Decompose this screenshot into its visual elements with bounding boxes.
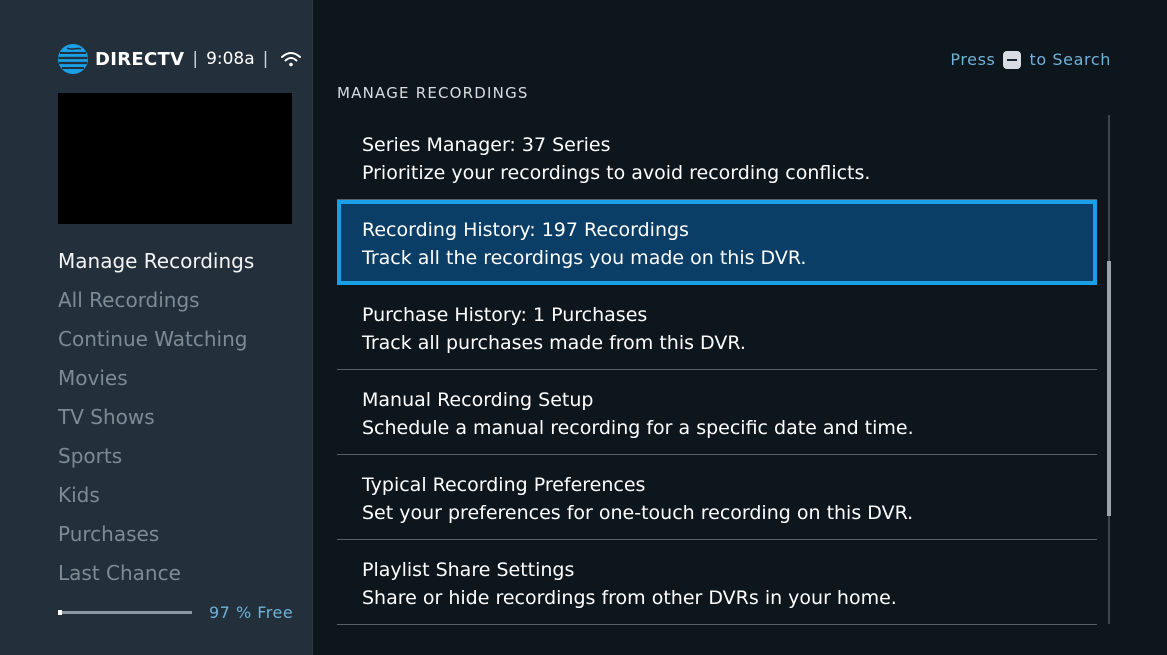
storage-indicator: 97 % Free <box>58 602 298 622</box>
sidebar-item-tv-shows[interactable]: TV Shows <box>58 400 254 439</box>
menu-item-title: Manual Recording Setup <box>362 389 594 411</box>
menu-item-series-manager[interactable]: Series Manager: 37 Series Prioritize you… <box>337 115 1097 200</box>
menu-item-playlist-share-settings[interactable]: Playlist Share Settings Share or hide re… <box>337 540 1097 625</box>
scrollbar-thumb[interactable] <box>1107 261 1111 516</box>
sidebar-item-all-recordings[interactable]: All Recordings <box>58 283 254 322</box>
separator: | <box>262 49 269 69</box>
search-hint: Press to Search <box>950 50 1111 69</box>
sidebar-item-manage-recordings[interactable]: Manage Recordings <box>58 244 254 283</box>
sidebar-item-purchases[interactable]: Purchases <box>58 517 254 556</box>
status-bar: DIRECTV | 9:08a | <box>57 42 302 76</box>
sidebar-item-kids[interactable]: Kids <box>58 478 254 517</box>
menu-item-description: Set your preferences for one-touch recor… <box>362 502 914 524</box>
separator: | <box>192 49 199 69</box>
att-globe-icon <box>58 44 88 74</box>
menu-item-manual-recording-setup[interactable]: Manual Recording Setup Schedule a manual… <box>337 370 1097 455</box>
menu-item-description: Track all the recordings you made on thi… <box>362 247 807 269</box>
search-hint-suffix: to Search <box>1029 50 1111 69</box>
directv-screen: DIRECTV | 9:08a | Manage Recordings All … <box>0 0 1167 655</box>
scrollbar[interactable] <box>1107 115 1111 624</box>
storage-bar <box>58 609 192 615</box>
menu-item-recording-history[interactable]: Recording History: 197 Recordings Track … <box>337 200 1097 285</box>
brand-name: DIRECTV <box>95 48 185 70</box>
sidebar: DIRECTV | 9:08a | Manage Recordings All … <box>0 0 313 655</box>
search-hint-prefix: Press <box>950 50 996 69</box>
sidebar-item-sports[interactable]: Sports <box>58 439 254 478</box>
menu-item-title: Series Manager: 37 Series <box>362 134 611 156</box>
storage-free-text: 97 % Free <box>209 602 294 622</box>
wifi-icon <box>281 52 302 67</box>
menu-item-purchase-history[interactable]: Purchase History: 1 Purchases Track all … <box>337 285 1097 370</box>
recordings-menu: Series Manager: 37 Series Prioritize you… <box>337 115 1097 625</box>
menu-item-title: Purchase History: 1 Purchases <box>362 304 648 326</box>
storage-bar-fill <box>58 609 63 615</box>
menu-item-description: Share or hide recordings from other DVRs… <box>362 587 897 609</box>
sidebar-item-last-chance[interactable]: Last Chance <box>58 556 254 595</box>
section-title: MANAGE RECORDINGS <box>337 84 529 102</box>
menu-item-description: Prioritize your recordings to avoid reco… <box>362 162 871 184</box>
menu-item-title: Playlist Share Settings <box>362 559 575 581</box>
sidebar-nav: Manage Recordings All Recordings Continu… <box>58 244 254 595</box>
menu-item-description: Track all purchases made from this DVR. <box>362 332 746 354</box>
clock: 9:08a <box>206 49 255 69</box>
menu-item-title: Typical Recording Preferences <box>362 474 646 496</box>
sidebar-item-movies[interactable]: Movies <box>58 361 254 400</box>
menu-item-description: Schedule a manual recording for a specif… <box>362 417 914 439</box>
minus-key-icon <box>1003 50 1022 69</box>
menu-item-title: Recording History: 197 Recordings <box>362 219 689 241</box>
menu-item-recording-preferences[interactable]: Typical Recording Preferences Set your p… <box>337 455 1097 540</box>
video-preview <box>58 93 292 224</box>
sidebar-item-continue-watching[interactable]: Continue Watching <box>58 322 254 361</box>
